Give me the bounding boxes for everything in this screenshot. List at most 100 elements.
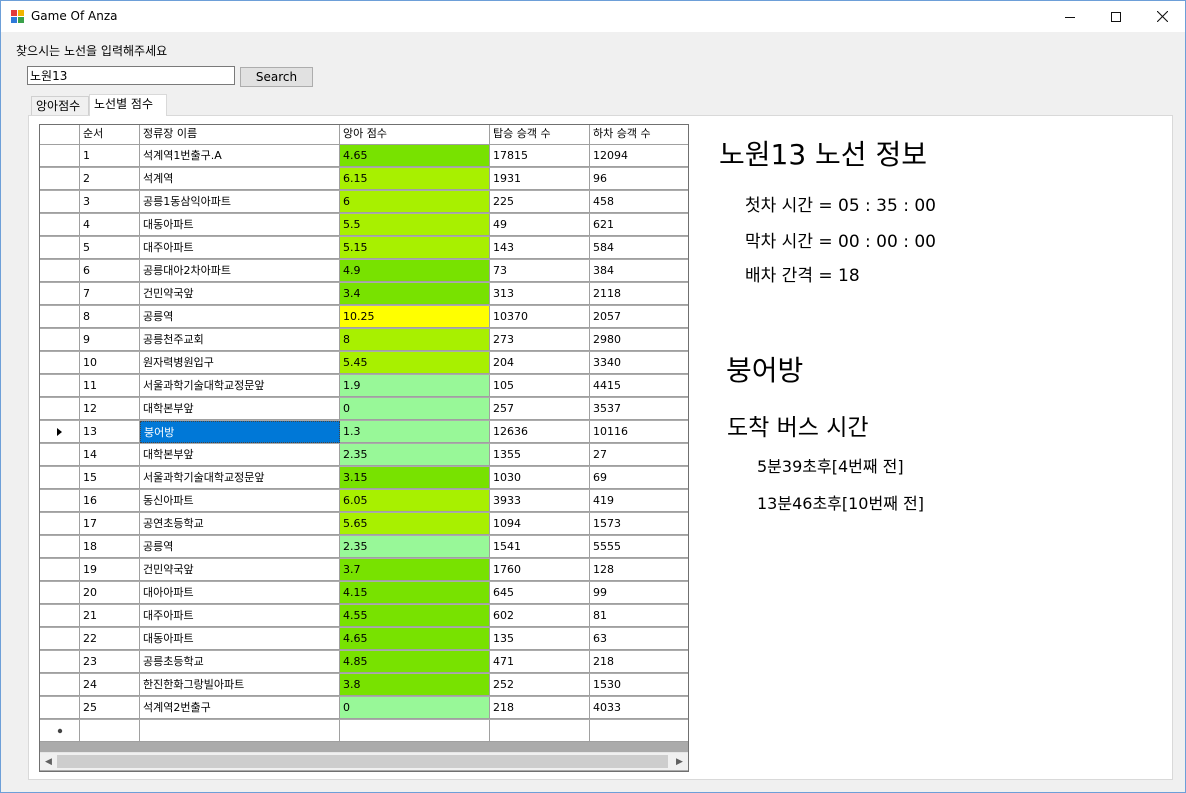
- alighting-count-cell[interactable]: 218: [590, 651, 688, 673]
- close-button[interactable]: [1139, 1, 1185, 32]
- order-cell[interactable]: 14: [80, 444, 140, 466]
- anga-score-cell[interactable]: 4.55: [340, 605, 490, 627]
- row-header[interactable]: [40, 214, 80, 236]
- row-header[interactable]: [40, 260, 80, 282]
- scroll-right-arrow-icon[interactable]: ▶: [671, 753, 688, 770]
- row-header[interactable]: [40, 398, 80, 420]
- row-header[interactable]: [40, 168, 80, 190]
- order-cell[interactable]: 10: [80, 352, 140, 374]
- boarding-count-cell[interactable]: 204: [490, 352, 590, 374]
- boarding-count-cell[interactable]: 1355: [490, 444, 590, 466]
- alighting-count-cell[interactable]: 2980: [590, 329, 688, 351]
- row-header[interactable]: [40, 697, 80, 719]
- anga-score-cell[interactable]: 3.15: [340, 467, 490, 489]
- row-header[interactable]: [40, 674, 80, 696]
- row-header[interactable]: [40, 559, 80, 581]
- row-header[interactable]: [40, 444, 80, 466]
- tab-anga-score[interactable]: 앙아점수: [31, 96, 89, 115]
- alighting-count-cell[interactable]: 69: [590, 467, 688, 489]
- order-cell[interactable]: 22: [80, 628, 140, 650]
- order-cell[interactable]: 4: [80, 214, 140, 236]
- table-row[interactable]: 16 동신아파트 6.05 3933 419: [40, 490, 688, 513]
- anga-score-cell[interactable]: 4.15: [340, 582, 490, 604]
- alighting-count-cell[interactable]: 621: [590, 214, 688, 236]
- order-cell[interactable]: 25: [80, 697, 140, 719]
- row-header[interactable]: [40, 651, 80, 673]
- anga-score-cell[interactable]: 5.65: [340, 513, 490, 535]
- stop-name-cell[interactable]: 공릉1동삼익아파트: [140, 191, 340, 213]
- alighting-count-cell[interactable]: 99: [590, 582, 688, 604]
- boarding-count-cell[interactable]: 12636: [490, 421, 590, 443]
- table-row[interactable]: 15 서울과학기술대학교정문앞 3.15 1030 69: [40, 467, 688, 490]
- table-row[interactable]: 10 원자력병원입구 5.45 204 3340: [40, 352, 688, 375]
- boarding-count-cell[interactable]: 73: [490, 260, 590, 282]
- stop-name-cell[interactable]: 공릉역: [140, 536, 340, 558]
- search-button[interactable]: Search: [240, 67, 313, 87]
- order-cell[interactable]: 19: [80, 559, 140, 581]
- stop-name-cell[interactable]: 공릉역: [140, 306, 340, 328]
- order-cell[interactable]: 23: [80, 651, 140, 673]
- anga-score-cell[interactable]: 0: [340, 697, 490, 719]
- order-cell[interactable]: 21: [80, 605, 140, 627]
- stop-name-cell[interactable]: 석계역1번출구.A: [140, 145, 340, 167]
- boarding-count-cell[interactable]: 471: [490, 651, 590, 673]
- row-header[interactable]: [40, 375, 80, 397]
- order-cell[interactable]: 5: [80, 237, 140, 259]
- boarding-count-cell[interactable]: 273: [490, 329, 590, 351]
- alighting-count-cell[interactable]: 2118: [590, 283, 688, 305]
- stop-name-cell[interactable]: 공릉대아2차아파트: [140, 260, 340, 282]
- order-cell[interactable]: 11: [80, 375, 140, 397]
- row-header[interactable]: [40, 191, 80, 213]
- table-row[interactable]: 11 서울과학기술대학교정문앞 1.9 105 4415: [40, 375, 688, 398]
- table-row[interactable]: 14 대학본부앞 2.35 1355 27: [40, 444, 688, 467]
- order-cell[interactable]: 7: [80, 283, 140, 305]
- stop-name-cell[interactable]: 공연초등학교: [140, 513, 340, 535]
- alighting-count-cell[interactable]: 419: [590, 490, 688, 512]
- table-row[interactable]: 7 건민약국앞 3.4 313 2118: [40, 283, 688, 306]
- new-row-cell[interactable]: [490, 720, 590, 742]
- alighting-count-cell[interactable]: 4415: [590, 375, 688, 397]
- alighting-count-cell[interactable]: 458: [590, 191, 688, 213]
- boarding-count-cell[interactable]: 3933: [490, 490, 590, 512]
- alighting-count-cell[interactable]: 27: [590, 444, 688, 466]
- table-row[interactable]: 23 공릉초등학교 4.85 471 218: [40, 651, 688, 674]
- scroll-left-arrow-icon[interactable]: ◀: [40, 753, 57, 770]
- table-row[interactable]: 9 공릉천주교회 8 273 2980: [40, 329, 688, 352]
- boarding-count-cell[interactable]: 10370: [490, 306, 590, 328]
- horizontal-scrollbar[interactable]: ◀ ▶: [40, 752, 688, 770]
- anga-score-cell[interactable]: 3.8: [340, 674, 490, 696]
- order-cell[interactable]: 16: [80, 490, 140, 512]
- row-header[interactable]: [40, 513, 80, 535]
- row-header[interactable]: [40, 490, 80, 512]
- anga-score-cell[interactable]: 5.15: [340, 237, 490, 259]
- stop-name-cell[interactable]: 대주아파트: [140, 237, 340, 259]
- table-row[interactable]: 24 한진한화그랑빌아파트 3.8 252 1530: [40, 674, 688, 697]
- order-cell[interactable]: 13: [80, 421, 140, 443]
- alighting-count-cell[interactable]: 384: [590, 260, 688, 282]
- table-row[interactable]: 5 대주아파트 5.15 143 584: [40, 237, 688, 260]
- boarding-count-cell[interactable]: 1931: [490, 168, 590, 190]
- anga-score-cell[interactable]: 1.9: [340, 375, 490, 397]
- row-header[interactable]: [40, 306, 80, 328]
- anga-score-cell[interactable]: 1.3: [340, 421, 490, 443]
- maximize-button[interactable]: [1093, 1, 1139, 32]
- boarding-count-cell[interactable]: 1760: [490, 559, 590, 581]
- new-row-cell[interactable]: [590, 720, 688, 742]
- stop-name-cell[interactable]: 대주아파트: [140, 605, 340, 627]
- alighting-count-cell[interactable]: 10116: [590, 421, 688, 443]
- row-header[interactable]: [40, 145, 80, 167]
- order-cell[interactable]: 1: [80, 145, 140, 167]
- stop-name-cell[interactable]: 대동아파트: [140, 214, 340, 236]
- anga-score-cell[interactable]: 4.65: [340, 145, 490, 167]
- order-cell[interactable]: 24: [80, 674, 140, 696]
- boarding-count-cell[interactable]: 602: [490, 605, 590, 627]
- table-row[interactable]: 4 대동아파트 5.5 49 621: [40, 214, 688, 237]
- anga-score-cell[interactable]: 4.9: [340, 260, 490, 282]
- table-row[interactable]: 17 공연초등학교 5.65 1094 1573: [40, 513, 688, 536]
- stop-name-cell[interactable]: 건민약국앞: [140, 559, 340, 581]
- boarding-count-cell[interactable]: 1541: [490, 536, 590, 558]
- table-row[interactable]: 1 석계역1번출구.A 4.65 17815 12094: [40, 145, 688, 168]
- row-header[interactable]: [40, 329, 80, 351]
- stop-name-cell[interactable]: 대학본부앞: [140, 444, 340, 466]
- alighting-count-cell[interactable]: 12094: [590, 145, 688, 167]
